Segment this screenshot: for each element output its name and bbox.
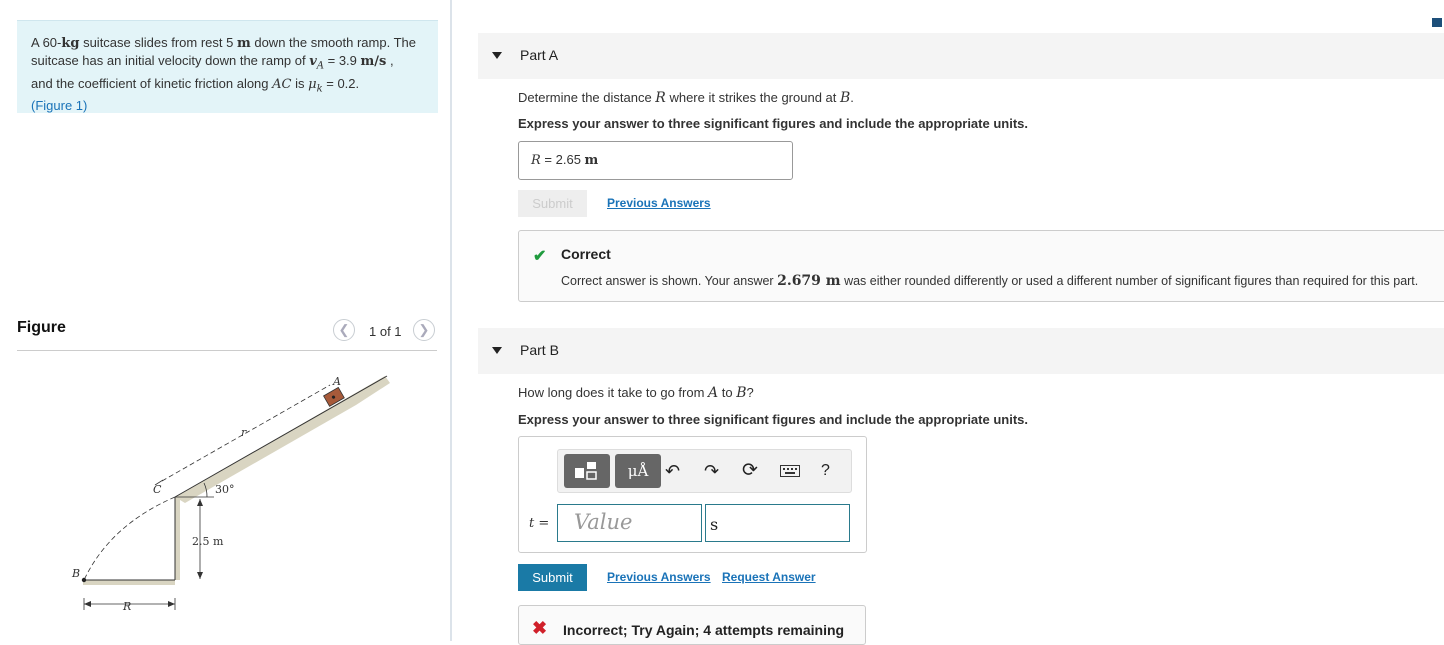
- var-ac: AC: [272, 76, 292, 92]
- redo-icon[interactable]: ↷: [704, 461, 719, 482]
- part-b-question: How long does it take to go from A to B?: [518, 385, 754, 401]
- cliff-face: [175, 497, 180, 580]
- height-arrow-bottom: [197, 572, 203, 579]
- answer-value: 2.65: [555, 152, 585, 167]
- figure-counter: 1 of 1: [369, 324, 402, 339]
- r-ground-arrow-right: [168, 601, 175, 607]
- collapse-triangle-icon[interactable]: [492, 52, 502, 59]
- undo-icon[interactable]: ↶: [665, 461, 680, 482]
- label-big-r: R: [122, 600, 131, 613]
- answer-unit: m: [584, 153, 599, 168]
- figure-title: Figure: [17, 319, 66, 336]
- math-toolbar: μÅ ↶ ↷ ⟳ ?: [557, 449, 852, 493]
- unit-kg: kg: [61, 36, 80, 51]
- chevron-right-icon[interactable]: ❯: [413, 319, 435, 341]
- part-b-submit-button[interactable]: Submit: [518, 564, 587, 591]
- part-a-answer-box: R = 2.65 m: [518, 141, 793, 180]
- ramp-figure: A C B r R 30° 2.5 m: [71, 375, 390, 613]
- var-mu: μk: [308, 76, 323, 95]
- problem-text: and the coefficient of kinetic friction …: [31, 75, 273, 91]
- feedback-title: Incorrect; Try Again; 4 attempts remaini…: [563, 622, 845, 638]
- feedback-title: Correct: [561, 246, 611, 262]
- reset-icon[interactable]: ⟳: [742, 459, 758, 482]
- figure-link[interactable]: Figure 1: [35, 98, 83, 113]
- problem-text: down the smooth ramp. The: [250, 35, 416, 50]
- part-a-instruction: Express your answer to three significant…: [518, 116, 1028, 131]
- answer-variable-label: t =: [529, 516, 550, 531]
- answer-equals: =: [540, 152, 556, 167]
- units-button[interactable]: μÅ: [615, 454, 661, 488]
- unit-input[interactable]: s: [705, 504, 850, 542]
- part-a-feedback: ✔ Correct Correct answer is shown. Your …: [518, 230, 1444, 302]
- part-b-request-answer-link[interactable]: Request Answer: [722, 570, 816, 584]
- part-a-label: Part A: [520, 47, 559, 63]
- label-r: r: [241, 426, 247, 439]
- error-x-icon: ✖: [532, 618, 548, 638]
- part-a-submit-button: Submit: [518, 190, 587, 217]
- part-a-question: Determine the distance R where it strike…: [518, 90, 854, 106]
- problem-statement: A 60-kg suitcase slides from rest 5 m do…: [17, 20, 438, 113]
- keyboard-icon[interactable]: [780, 465, 800, 480]
- part-b-answer-editor: μÅ ↶ ↷ ⟳ ? t = Value s: [518, 436, 867, 553]
- r-ground-arrow-left: [84, 601, 91, 607]
- corner-indicator: [1432, 18, 1442, 27]
- part-a-previous-answers-link[interactable]: Previous Answers: [607, 196, 711, 210]
- answer-variable: R: [531, 153, 541, 168]
- trajectory-path: [83, 496, 176, 581]
- checkmark-icon: ✔: [533, 248, 547, 265]
- unit-ms: m/s: [360, 54, 387, 69]
- problem-text: = 3.9: [324, 53, 361, 68]
- part-a-header[interactable]: Part A: [478, 33, 1444, 79]
- height-arrow-top: [197, 499, 203, 506]
- chevron-left-icon[interactable]: ❮: [333, 319, 355, 341]
- label-c: C: [153, 483, 162, 496]
- ground: [83, 580, 175, 585]
- label-angle: 30°: [215, 483, 235, 496]
- collapse-triangle-icon[interactable]: [492, 347, 502, 354]
- problem-text: suitcase slides from rest 5: [79, 35, 237, 50]
- problem-text: is: [291, 75, 309, 91]
- label-b: B: [71, 567, 80, 580]
- keyboard-glyph: [780, 465, 800, 477]
- problem-text: = 0.2.: [322, 75, 360, 91]
- ramp-body: [175, 376, 390, 503]
- label-height: 2.5 m: [192, 535, 224, 548]
- label-a: A: [332, 375, 341, 388]
- feedback-message: Correct answer is shown. Your answer 2.6…: [561, 273, 1419, 289]
- problem-text: suitcase has an initial velocity down th…: [31, 53, 310, 68]
- answer-panel: Part A Determine the distance R where it…: [452, 0, 1444, 645]
- value-input[interactable]: Value: [557, 504, 702, 542]
- point-b: [81, 577, 87, 583]
- ramp-surface: [174, 375, 388, 498]
- problem-text: A 60-: [31, 35, 62, 50]
- help-icon[interactable]: ?: [821, 462, 830, 480]
- figure-link-paren: ): [83, 98, 88, 114]
- problem-text: ,: [386, 53, 394, 68]
- part-b-label: Part B: [520, 342, 559, 358]
- template-glyph: [575, 462, 597, 480]
- part-b-header[interactable]: Part B: [478, 328, 1444, 374]
- part-b-previous-answers-link[interactable]: Previous Answers: [607, 570, 711, 584]
- template-icon[interactable]: [564, 454, 610, 488]
- part-b-instruction: Express your answer to three significant…: [518, 412, 1028, 427]
- problem-panel: A 60-kg suitcase slides from rest 5 m do…: [0, 0, 450, 641]
- unit-m: m: [236, 36, 251, 51]
- part-b-feedback: ✖ Incorrect; Try Again; 4 attempts remai…: [518, 605, 866, 645]
- var-v: vA: [309, 54, 324, 72]
